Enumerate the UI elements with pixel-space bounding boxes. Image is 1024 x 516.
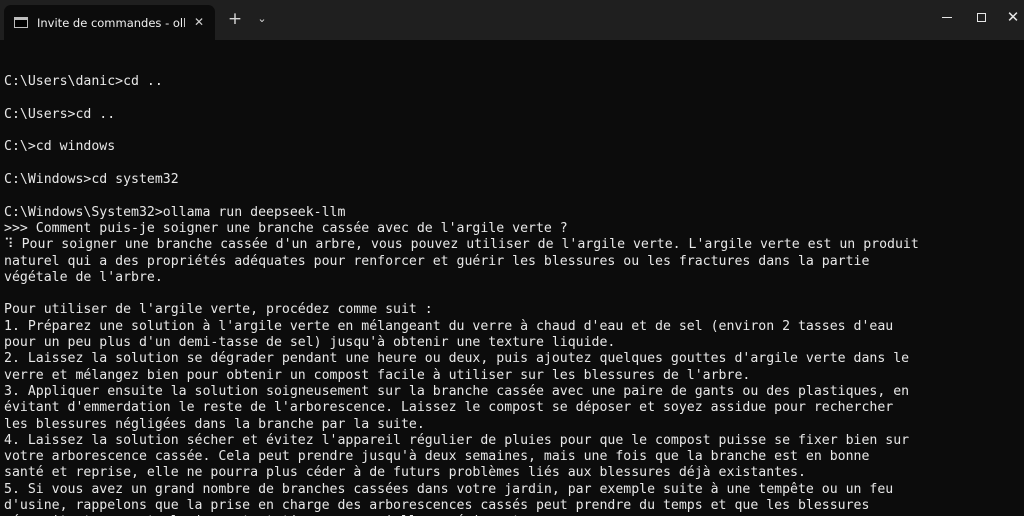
console-output[interactable]: C:\Users\danic>cd .. C:\Users>cd .. C:\>cd… (4, 58, 1020, 516)
maximize-icon (976, 12, 986, 22)
console-line: Pour utiliser de l'argile verte, procéde… (4, 302, 433, 318)
console-line: C:\Users\danic>cd .. (4, 74, 163, 90)
console-line: votre arborescence cassée. Cela peut pre… (4, 449, 870, 465)
console-line: 1. Préparez une solution à l'argile vert… (4, 318, 894, 334)
console-line: végétale de l'arbre. (4, 269, 163, 285)
console-line: C:\Users>cd .. (4, 106, 116, 122)
console-line: 5. Si vous avez un grand nombre de branc… (4, 481, 894, 497)
terminal-window: Invite de commandes - ollama ✕ + ⌄ ✕ C:\… (0, 0, 1024, 516)
console-line: santé et reprise, elle ne pourra plus cé… (4, 465, 806, 481)
console-line: 2. Laissez la solution se dégrader penda… (4, 351, 910, 367)
close-icon: ✕ (1006, 7, 1020, 26)
console-line: pour un peu plus d'un demi-tasse de sel)… (4, 335, 616, 351)
console-line: C:\Windows>cd system32 (4, 172, 179, 188)
tab-title: Invite de commandes - ollama (37, 15, 185, 30)
new-tab-icon[interactable]: + (227, 9, 243, 29)
console-line: 4. Laissez la solution sécher et évitez … (4, 432, 910, 448)
console-line: naturel qui a des propriétés adéquates p… (4, 253, 870, 269)
console-line: >>> Comment puis-je soigner une branche … (4, 220, 568, 236)
minimize-icon (942, 16, 952, 18)
console-line: 3. Appliquer ensuite la solution soigneu… (4, 383, 910, 399)
tab-close-icon[interactable]: ✕ (194, 15, 204, 29)
console-line: évitant d'emmerdation le reste de l'arbo… (4, 400, 894, 416)
close-button[interactable]: ✕ (990, 0, 1024, 34)
console-line: ⠹ Pour soigner une branche cassée d'un a… (4, 237, 919, 253)
console-line: C:\Windows\System32>ollama run deepseek-… (4, 204, 346, 220)
title-bar: Invite de commandes - ollama ✕ + ⌄ ✕ (0, 0, 1024, 40)
tab-command-prompt[interactable]: Invite de commandes - ollama ✕ (4, 5, 215, 40)
console-line: C:\>cd windows (4, 139, 116, 155)
chevron-down-icon[interactable]: ⌄ (255, 10, 269, 28)
console-line: les blessures négligées dans la branche … (4, 416, 425, 432)
console-line: verre et mélangez bien pour obtenir un c… (4, 367, 751, 383)
console-line: d'usine, rappelons que la prise en charg… (4, 498, 870, 514)
terminal-icon (14, 17, 28, 28)
